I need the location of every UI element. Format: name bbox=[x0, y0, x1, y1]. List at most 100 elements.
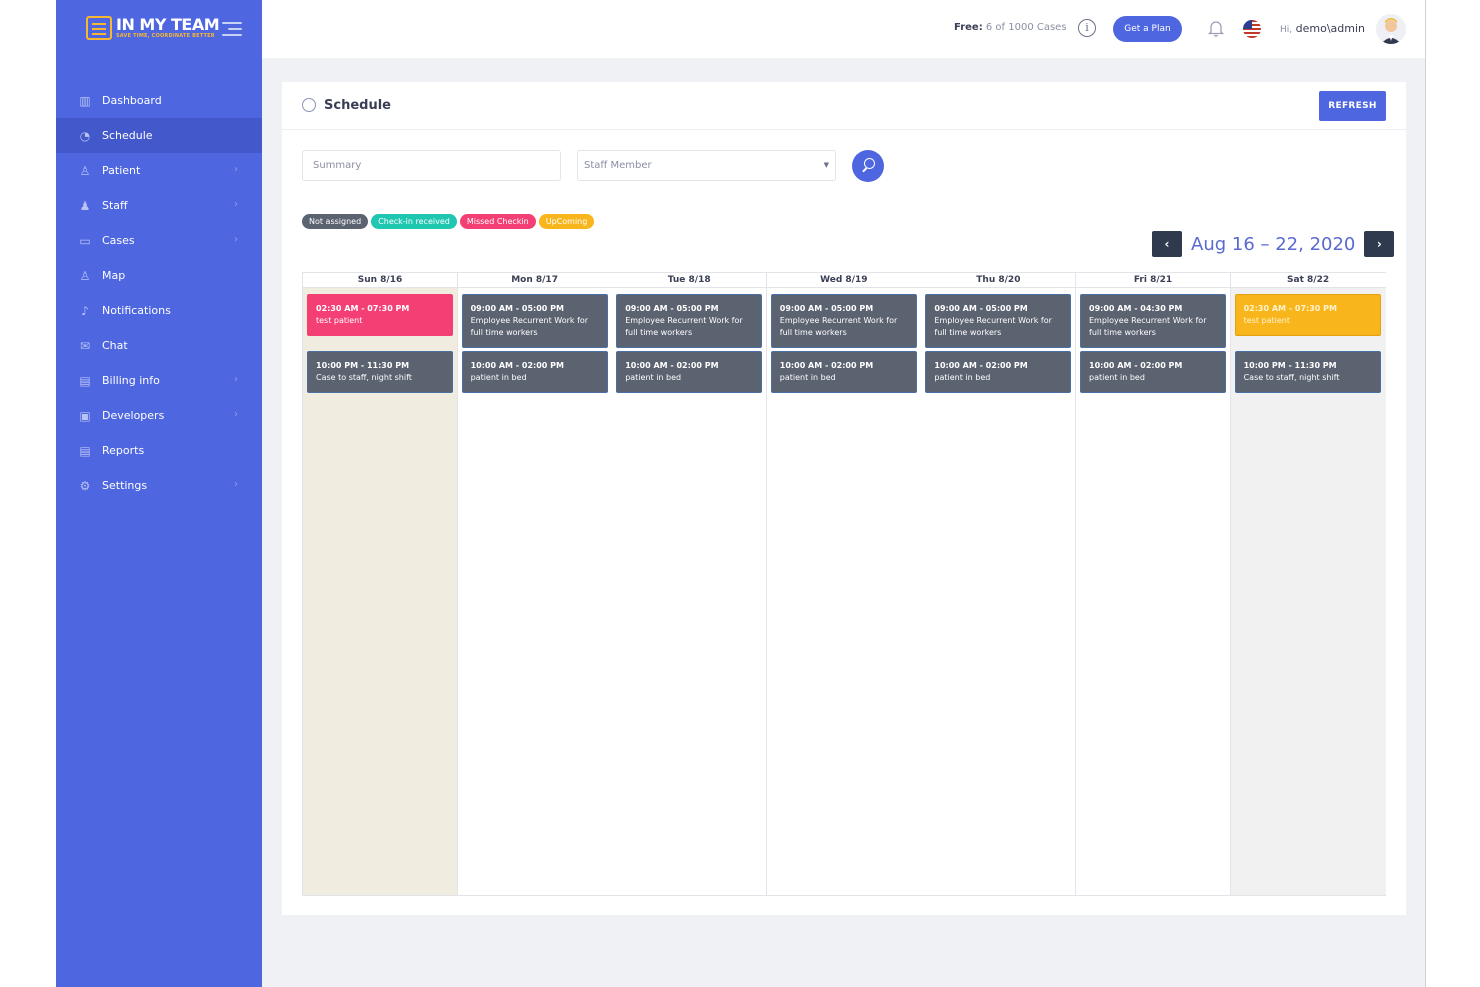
event-time: 09:00 AM - 05:00 PM bbox=[470, 304, 564, 313]
staff-member-placeholder: Staff Member bbox=[584, 160, 652, 171]
schedule-event[interactable]: 09:00 AM - 05:00 PM Employee Recurrent Wo… bbox=[925, 294, 1072, 348]
logo[interactable]: IN MY TEAM SAVE TIME, COORDINATE BETTER bbox=[86, 16, 220, 40]
event-time: 10:00 PM - 11:30 PM bbox=[316, 361, 410, 370]
status-legend: Not assigned Check-in received Missed Chec… bbox=[302, 214, 595, 229]
event-title: test patient bbox=[1243, 316, 1290, 325]
event-title: patient in bed bbox=[934, 373, 991, 382]
day-column[interactable]: Sat 8/22 02:30 AM - 07:30 PM test patient 1… bbox=[1230, 273, 1386, 895]
info-icon[interactable]: i bbox=[1078, 19, 1096, 37]
bar-chart-icon: ▥ bbox=[79, 93, 91, 108]
event-time: 09:00 AM - 04:30 PM bbox=[1089, 304, 1183, 313]
schedule-event[interactable]: 10:00 AM - 02:00 PM patient in bed bbox=[461, 351, 608, 393]
schedule-event[interactable]: 10:00 AM - 02:00 PM patient in bed bbox=[1080, 351, 1226, 393]
day-header: Sun 8/16 bbox=[303, 273, 457, 288]
menu-toggle-icon[interactable] bbox=[222, 22, 242, 36]
sidebar-item-schedule[interactable]: ◔ Schedule bbox=[56, 118, 262, 153]
page-title: Schedule bbox=[324, 98, 391, 113]
card-header: Schedule REFRESH bbox=[282, 82, 1406, 130]
us-flag-icon[interactable] bbox=[1243, 20, 1261, 38]
day-column[interactable]: Thu 8/20 09:00 AM - 05:00 PM Employee Recu… bbox=[921, 273, 1077, 895]
legend-pill: Check-in received bbox=[371, 214, 457, 229]
schedule-event[interactable]: 02:30 AM - 07:30 PM test patient bbox=[1234, 294, 1381, 336]
day-column[interactable]: Tue 8/18 09:00 AM - 05:00 PM Employee Recu… bbox=[612, 273, 768, 895]
sidebar-item-notifications[interactable]: ♪ Notifications bbox=[56, 293, 262, 328]
chevron-right-icon: › bbox=[234, 199, 238, 210]
clock-icon: ◔ bbox=[79, 128, 91, 143]
chevron-right-icon: › bbox=[234, 479, 238, 490]
sidebar-nav: ▥ Dashboard ◔ Schedule ♙ Patient › ♟ Staff › ▭ Case… bbox=[56, 83, 262, 503]
event-title: patient in bed bbox=[625, 373, 682, 382]
chevron-right-icon: › bbox=[234, 164, 238, 175]
schedule-event[interactable]: 10:00 AM - 02:00 PM patient in bed bbox=[925, 351, 1072, 393]
event-title: patient in bed bbox=[470, 373, 527, 382]
schedule-event[interactable]: 10:00 AM - 02:00 PM patient in bed bbox=[770, 351, 917, 393]
schedule-event[interactable]: 09:00 AM - 04:30 PM Employee Recurrent Wo… bbox=[1080, 294, 1226, 348]
day-header: Mon 8/17 bbox=[457, 273, 612, 288]
schedule-event[interactable]: 02:30 AM - 07:30 PM test patient bbox=[307, 294, 453, 336]
event-time: 10:00 AM - 02:00 PM bbox=[934, 361, 1028, 370]
refresh-button[interactable]: REFRESH bbox=[1319, 91, 1386, 121]
event-title: Employee Recurrent Work for full time wo… bbox=[934, 316, 1052, 337]
map-user-icon: ♙ bbox=[79, 268, 91, 283]
schedule-event[interactable]: 10:00 AM - 02:00 PM patient in bed bbox=[616, 351, 763, 393]
event-title: Employee Recurrent Work for full time wo… bbox=[470, 316, 589, 337]
day-column[interactable]: Fri 8/21 09:00 AM - 04:30 PM Employee Recu… bbox=[1076, 273, 1231, 895]
user-greeting[interactable]: Hi, demo\admin bbox=[1280, 22, 1365, 35]
schedule-card: Schedule REFRESH Summary Staff Member ▼ … bbox=[282, 82, 1406, 915]
sidebar-item-label: Patient bbox=[102, 164, 141, 177]
event-time: 09:00 AM - 05:00 PM bbox=[779, 304, 874, 313]
sidebar-item-chat[interactable]: ✉ Chat bbox=[56, 328, 262, 363]
summary-input[interactable]: Summary bbox=[302, 150, 561, 181]
day-column[interactable]: Mon 8/17 09:00 AM - 05:00 PM Employee Recu… bbox=[457, 273, 613, 895]
sidebar-item-dashboard[interactable]: ▥ Dashboard bbox=[56, 83, 262, 118]
sidebar-item-staff[interactable]: ♟ Staff › bbox=[56, 188, 262, 223]
staff-member-select[interactable]: Staff Member ▼ bbox=[577, 150, 836, 181]
day-header: Fri 8/21 bbox=[1076, 273, 1230, 288]
bell-icon[interactable] bbox=[1208, 19, 1224, 37]
gear-icon: ⚙ bbox=[79, 478, 91, 493]
schedule-event[interactable]: 10:00 PM - 11:30 PM Case to staff, night … bbox=[307, 351, 453, 393]
chevron-right-icon: › bbox=[234, 374, 238, 385]
staff-icon: ♟ bbox=[79, 198, 91, 213]
event-title: Employee Recurrent Work for full time wo… bbox=[625, 316, 743, 337]
day-header: Wed 8/19 bbox=[766, 273, 921, 288]
prev-week-button[interactable]: ‹ bbox=[1152, 231, 1182, 257]
logo-tagline: SAVE TIME, COORDINATE BETTER bbox=[116, 33, 215, 39]
app-window: IN MY TEAM SAVE TIME, COORDINATE BETTER … bbox=[56, 0, 1426, 987]
sidebar-item-map[interactable]: ♙ Map bbox=[56, 258, 262, 293]
event-title: patient in bed bbox=[779, 373, 836, 382]
next-week-button[interactable]: › bbox=[1364, 231, 1395, 257]
week-navigator: ‹ Aug 16 – 22, 2020 › bbox=[1152, 230, 1395, 258]
event-time: 10:00 AM - 02:00 PM bbox=[625, 361, 719, 370]
chevron-right-icon: › bbox=[234, 409, 238, 420]
sidebar-item-cases[interactable]: ▭ Cases › bbox=[56, 223, 262, 258]
event-time: 09:00 AM - 05:00 PM bbox=[934, 304, 1028, 313]
get-plan-button[interactable]: Get a Plan bbox=[1113, 16, 1182, 42]
chat-icon: ✉ bbox=[79, 338, 91, 353]
day-column[interactable]: Sun 8/16 02:30 AM - 07:30 PM test patient 1… bbox=[303, 273, 458, 895]
reports-icon: ▤ bbox=[79, 443, 91, 458]
avatar[interactable] bbox=[1376, 14, 1406, 44]
event-time: 02:30 AM - 07:30 PM bbox=[1243, 304, 1337, 313]
event-title: patient in bed bbox=[1089, 373, 1145, 382]
schedule-event[interactable]: 09:00 AM - 05:00 PM Employee Recurrent Wo… bbox=[616, 294, 763, 348]
sidebar-item-label: Reports bbox=[102, 444, 145, 457]
schedule-event[interactable]: 09:00 AM - 05:00 PM Employee Recurrent Wo… bbox=[770, 294, 917, 348]
schedule-event[interactable]: 10:00 PM - 11:30 PM Case to staff, night … bbox=[1234, 351, 1381, 393]
sidebar-item-reports[interactable]: ▤ Reports bbox=[56, 433, 262, 468]
cases-icon: ▭ bbox=[79, 233, 91, 248]
search-button[interactable] bbox=[852, 150, 884, 182]
day-column[interactable]: Wed 8/19 09:00 AM - 05:00 PM Employee Recu… bbox=[766, 273, 922, 895]
sidebar-item-label: Chat bbox=[102, 339, 128, 352]
schedule-event[interactable]: 09:00 AM - 05:00 PM Employee Recurrent Wo… bbox=[461, 294, 608, 348]
event-time: 02:30 AM - 07:30 PM bbox=[316, 304, 410, 313]
event-title: Employee Recurrent Work for full time wo… bbox=[779, 316, 898, 337]
sidebar-item-label: Notifications bbox=[102, 304, 171, 317]
sidebar-item-label: Staff bbox=[102, 199, 128, 212]
plan-usage: Free: 6 of 1000 Cases bbox=[954, 22, 1067, 33]
sidebar-item-settings[interactable]: ⚙ Settings › bbox=[56, 468, 262, 503]
sidebar-item-patient[interactable]: ♙ Patient › bbox=[56, 153, 262, 188]
sidebar-item-developers[interactable]: ▣ Developers › bbox=[56, 398, 262, 433]
sidebar-item-billing-info[interactable]: ▤ Billing info › bbox=[56, 363, 262, 398]
greeting: Hi, bbox=[1280, 25, 1293, 35]
